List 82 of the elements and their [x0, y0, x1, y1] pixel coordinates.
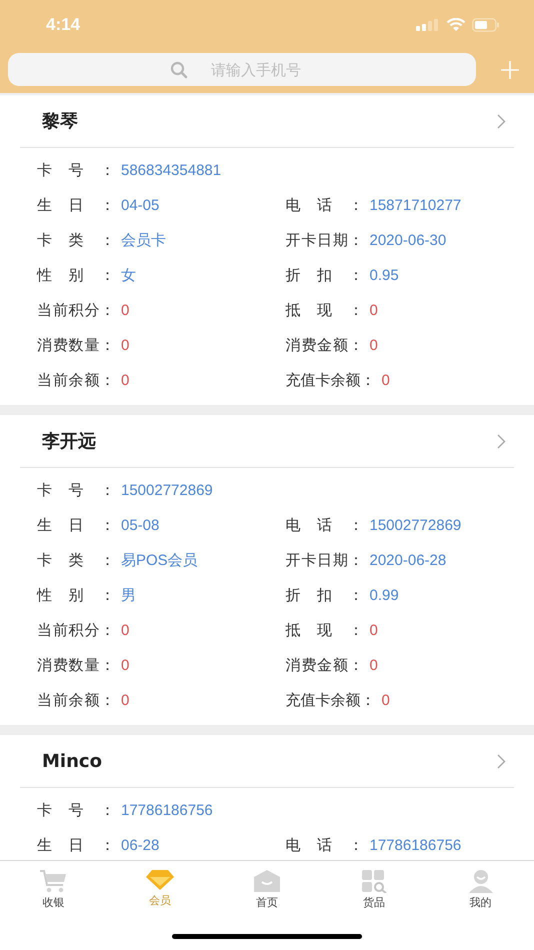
- field-value: 586834354881: [121, 162, 222, 179]
- field-value: 15002772869: [121, 482, 213, 499]
- field-label: 电话：: [286, 516, 364, 535]
- field-value: 0: [370, 337, 378, 354]
- tab[interactable]: 我的: [427, 869, 534, 910]
- status-time: 4:14: [46, 15, 80, 35]
- person-icon: [468, 869, 494, 893]
- field-value: 会员卡: [121, 231, 166, 250]
- field-value: 05-08: [121, 517, 160, 534]
- field-label: 消费数量：: [37, 656, 115, 675]
- field-label: 当前余额：: [37, 371, 115, 390]
- diamond-icon: [145, 869, 176, 891]
- field-label: 当前积分：: [37, 621, 115, 640]
- field-label: 卡号：: [37, 161, 115, 180]
- field-value: 0: [121, 302, 130, 319]
- field-value: 15871710277: [370, 197, 462, 214]
- house-icon: [252, 869, 281, 893]
- field-value: 0: [370, 622, 378, 639]
- field-value: 04-05: [121, 197, 160, 214]
- field-label: 当前积分：: [37, 301, 115, 320]
- field-value: 0: [382, 372, 390, 389]
- chevron-right-icon: [497, 754, 506, 768]
- field-label: 电话：: [286, 836, 364, 855]
- member-card[interactable]: Minco 卡号： 17786186756 生日： 06-28 电话： 17786186756: [0, 735, 534, 860]
- field-label: 抵现：: [286, 621, 364, 640]
- add-icon[interactable]: [500, 60, 520, 80]
- chevron-right-icon: [497, 434, 506, 448]
- field-value: 2020-06-30: [370, 232, 446, 249]
- field-label: 性别：: [37, 266, 115, 285]
- field-value: 0: [382, 692, 390, 709]
- field-value: 0.95: [370, 267, 399, 284]
- field-label: 当前余额：: [37, 691, 115, 710]
- member-name: 李开远: [42, 430, 96, 453]
- field-value: 0: [121, 622, 130, 639]
- field-value: 0: [370, 302, 378, 319]
- battery-icon: [472, 18, 500, 32]
- field-label: 开卡日期：: [286, 551, 364, 570]
- field-label: 生日：: [37, 516, 115, 535]
- field-value: 0: [121, 337, 130, 354]
- wifi-icon: [446, 18, 466, 32]
- signal-icon: [416, 19, 440, 31]
- field-label: 充值卡余额：: [286, 691, 376, 710]
- field-label: 消费金额：: [286, 336, 364, 355]
- field-label: 充值卡余额：: [286, 371, 376, 390]
- field-value: 0: [121, 372, 130, 389]
- field-value: 2020-06-28: [370, 552, 446, 569]
- field-label: 卡类：: [37, 231, 115, 250]
- field-label: 卡号：: [37, 481, 115, 500]
- field-label: 消费数量：: [37, 336, 115, 355]
- field-label: 电话：: [286, 196, 364, 215]
- field-value: 0.99: [370, 587, 399, 604]
- field-label: 开卡日期：: [286, 231, 364, 250]
- field-value: 17786186756: [370, 837, 462, 854]
- field-value: 15002772869: [370, 517, 462, 534]
- chevron-right-icon: [497, 114, 506, 128]
- field-label: 生日：: [37, 196, 115, 215]
- field-value: 0: [121, 657, 130, 674]
- member-name: 黎琴: [42, 110, 78, 133]
- field-value: 17786186756: [121, 802, 213, 819]
- search-icon: [170, 61, 188, 79]
- field-label: 消费金额：: [286, 656, 364, 675]
- field-value: 易POS会员: [121, 551, 198, 570]
- field-value: 女: [121, 266, 136, 285]
- field-label: 性别：: [37, 586, 115, 605]
- tab[interactable]: 收银: [0, 869, 107, 910]
- field-label: 折扣：: [286, 266, 364, 285]
- field-label: 生日：: [37, 836, 115, 855]
- field-value: 0: [370, 657, 378, 674]
- tab[interactable]: 货品: [320, 869, 428, 910]
- cart-icon: [39, 869, 68, 893]
- field-label: 折扣：: [286, 586, 364, 605]
- field-value: 06-28: [121, 837, 160, 854]
- field-label: 卡号：: [37, 801, 115, 820]
- tab[interactable]: 首页: [214, 869, 320, 910]
- field-label: 抵现：: [286, 301, 364, 320]
- member-card[interactable]: 李开远 卡号： 15002772869 生日： 05-08 电话： 15002772869 卡类： 易POS会员 开卡日期： 2020-06-28 性别： 男 折扣： 0.99 当前积分： 0 抵现： 0 消费数量： 0 消费金额： 0 当前余额： 0 充值卡余额： 0: [0, 415, 534, 725]
- grid-search-icon: [360, 869, 387, 893]
- field-label: 卡类：: [37, 551, 115, 570]
- member-name: Minco: [42, 750, 102, 772]
- member-card[interactable]: 黎琴 卡号： 586834354881 生日： 04-05 电话： 15871710277 卡类： 会员卡 开卡日期： 2020-06-30 性别： 女 折扣： 0.95 当前积分： 0 抵现： 0 消费数量： 0 消费金额： 0 当前余额： 0 充值卡余额： 0: [0, 95, 534, 405]
- field-value: 0: [121, 692, 130, 709]
- field-value: 男: [121, 586, 136, 605]
